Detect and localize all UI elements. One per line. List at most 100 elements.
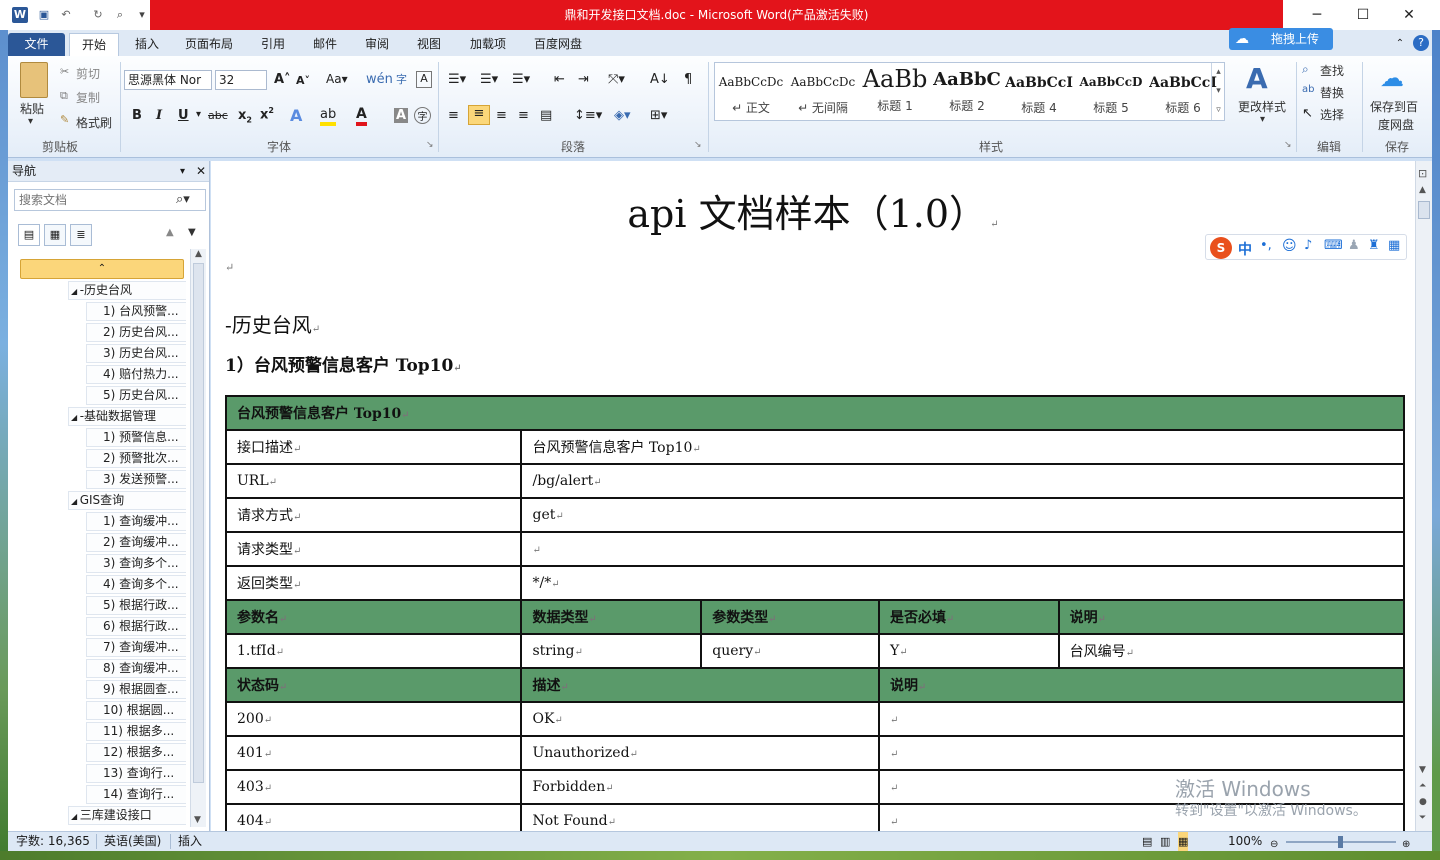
tab-insert[interactable]: 插入 xyxy=(126,33,168,56)
align-right-icon[interactable]: ≡ xyxy=(496,108,507,123)
italic-icon[interactable]: I xyxy=(156,108,162,123)
scroll-down-icon[interactable]: ▼ xyxy=(194,815,201,825)
underline-icon[interactable]: U xyxy=(178,108,189,123)
save-to-netdisk-label-2[interactable]: 度网盘 xyxy=(1378,116,1414,133)
search-icon[interactable]: ⌕▾ xyxy=(176,192,190,207)
browse-results-icon[interactable]: ≣ xyxy=(70,224,92,246)
scroll-up-icon[interactable]: ▲ xyxy=(1419,185,1426,195)
font-color-icon[interactable]: A xyxy=(356,106,367,126)
nav-heading-2[interactable]: 3) 历史台风... xyxy=(86,344,186,363)
enclose-char-icon[interactable]: 字 xyxy=(396,71,407,87)
table-cell[interactable]: /bg/alert↵ xyxy=(520,463,1405,499)
char-shading-icon[interactable]: A xyxy=(394,108,408,123)
collapse-triangle-icon[interactable]: ◢ xyxy=(71,413,80,422)
numbering-icon[interactable]: ☰▾ xyxy=(480,72,498,87)
table-cell[interactable]: 200↵ xyxy=(224,701,523,737)
tab-view[interactable]: 视图 xyxy=(408,33,450,56)
phonetic-guide-icon[interactable]: wén xyxy=(366,72,393,87)
document-scrollbar[interactable]: ⊡ ▲ ▼ ⏶ ● ⏷ xyxy=(1415,161,1432,831)
collapse-ribbon-icon[interactable]: ⌃ xyxy=(1393,33,1407,56)
table-cell[interactable]: ↵ xyxy=(877,769,1406,805)
style-heading-1[interactable]: AaBb 标题 1 xyxy=(859,63,931,120)
tab-home[interactable]: 开始 xyxy=(69,33,119,56)
nav-heading-2[interactable]: 4) 查询多个... xyxy=(86,575,186,594)
tab-references[interactable]: 引用 xyxy=(252,33,294,56)
print-preview-icon[interactable]: ⌕ xyxy=(112,7,128,23)
tab-mailings[interactable]: 邮件 xyxy=(304,33,346,56)
collapse-triangle-icon[interactable]: ◢ xyxy=(71,287,80,296)
nav-scroll-thumb[interactable] xyxy=(193,263,204,783)
highlight-icon[interactable]: ab xyxy=(320,108,337,126)
style-heading-6[interactable]: AaBbCcI 标题 6 xyxy=(1147,63,1219,120)
char-border-icon[interactable]: A xyxy=(416,71,432,88)
change-styles-icon[interactable]: A xyxy=(1246,62,1268,95)
font-name-combo[interactable]: 思源黑体 Nor xyxy=(124,70,212,90)
full-screen-icon[interactable]: ▥ xyxy=(1160,832,1170,851)
table-cell[interactable]: 返回类型↵ xyxy=(224,565,523,601)
nav-heading-2[interactable]: 2) 历史台风... xyxy=(86,323,186,342)
minimize-button[interactable]: ─ xyxy=(1294,0,1340,30)
ime-emoji-icon[interactable]: ☺ xyxy=(1282,238,1297,254)
show-marks-icon[interactable]: ¶ xyxy=(684,72,692,87)
underline-dropdown-icon[interactable]: ▾ xyxy=(196,109,201,120)
browse-pages-icon[interactable]: ▦ xyxy=(44,224,66,246)
table-cell[interactable]: ↵ xyxy=(877,701,1406,737)
table-cell[interactable]: URL↵ xyxy=(224,463,523,499)
bold-icon[interactable]: B xyxy=(132,108,142,123)
document-page[interactable]: api 文档样本（1.0） ↵ S 中 •, ☺ ♪ ⌨ ♟ ♜ ▦ ↵ -历史… xyxy=(211,161,1415,839)
table-header-cell[interactable]: 参数名↵ xyxy=(224,599,523,635)
change-styles-button[interactable]: 更改样式 xyxy=(1238,98,1286,115)
tab-file[interactable]: 文件 xyxy=(8,33,65,56)
web-layout-icon[interactable]: ▦ xyxy=(1178,832,1189,851)
collapse-triangle-icon[interactable]: ◢ xyxy=(71,497,80,506)
table-cell[interactable]: 401↵ xyxy=(224,735,523,771)
styles-scroll-icon[interactable]: ▴ ▾ ▿ xyxy=(1211,63,1225,120)
paste-icon[interactable] xyxy=(20,62,48,98)
style-normal[interactable]: AaBbCcDc ↵ 正文 xyxy=(715,63,787,120)
nav-heading-1[interactable]: ◢ 三库建设接口 xyxy=(68,806,186,825)
shrink-font-icon[interactable]: A˅ xyxy=(296,74,310,87)
language-status[interactable]: 英语(美国) xyxy=(104,832,161,851)
table-header-cell[interactable]: 参数类型↵ xyxy=(700,599,880,635)
table-cell[interactable]: string↵ xyxy=(520,633,703,669)
ime-keyboard-icon[interactable]: ⌨ xyxy=(1324,238,1343,253)
nav-heading-2[interactable]: 13) 查询行... xyxy=(86,764,186,783)
save-to-netdisk-label[interactable]: 保存到百 xyxy=(1370,98,1418,115)
nav-heading-2[interactable]: 2) 查询缓冲... xyxy=(86,533,186,552)
multilevel-list-icon[interactable]: ☰▾ xyxy=(512,72,530,87)
table-cell[interactable]: 台风预警信息客户 Top10↵ xyxy=(520,429,1405,465)
ime-punct-icon[interactable]: •, xyxy=(1260,238,1272,253)
prev-page-icon[interactable]: ⏶ xyxy=(1419,781,1426,791)
superscript-icon[interactable]: x2 xyxy=(260,106,274,122)
nav-prev-icon[interactable]: ▲ xyxy=(166,227,174,238)
distributed-icon[interactable]: ▤ xyxy=(540,108,552,123)
cut-button[interactable]: 剪切 xyxy=(76,65,100,82)
nav-heading-2[interactable]: 3) 查询多个... xyxy=(86,554,186,573)
table-cell[interactable]: 接口描述↵ xyxy=(224,429,523,465)
customize-qat-icon[interactable]: ▾ xyxy=(134,7,150,23)
nav-next-icon[interactable]: ▼ xyxy=(188,227,196,238)
nav-heading-2[interactable]: 8) 查询缓冲... xyxy=(86,659,186,678)
nav-heading-2[interactable]: 5) 历史台风... xyxy=(86,386,186,405)
borders-icon[interactable]: ⊞▾ xyxy=(650,108,667,123)
paste-dropdown-icon[interactable]: ▾ xyxy=(28,116,33,127)
table-cell[interactable]: 请求方式↵ xyxy=(224,497,523,533)
heading-1[interactable]: -历史台风↵ xyxy=(225,309,320,338)
decrease-indent-icon[interactable]: ⇤ xyxy=(554,72,565,87)
browse-headings-icon[interactable]: ▤ xyxy=(18,224,40,246)
ime-toolbox-icon[interactable]: ▦ xyxy=(1388,238,1400,253)
maximize-button[interactable]: ☐ xyxy=(1340,0,1386,30)
nav-heading-1[interactable]: ◢ -基础数据管理 xyxy=(68,407,186,426)
nav-heading-2[interactable]: 1) 预警信息... xyxy=(86,428,186,447)
table-cell[interactable]: get↵ xyxy=(520,497,1405,533)
help-icon[interactable]: ? xyxy=(1413,35,1429,51)
table-cell[interactable]: 1.tfId↵ xyxy=(224,633,523,669)
increase-indent-icon[interactable]: ⇥ xyxy=(578,72,589,87)
insert-mode-status[interactable]: 插入 xyxy=(178,832,202,851)
ime-skin-icon[interactable]: ♜ xyxy=(1368,238,1380,253)
chinese-layout-icon[interactable]: ⤧▾ xyxy=(608,72,625,87)
style-heading-5[interactable]: AaBbCcD 标题 5 xyxy=(1075,63,1147,120)
table-title-cell[interactable]: 台风预警信息客户 Top10↵ xyxy=(225,395,1405,431)
replace-button[interactable]: 替换 xyxy=(1320,84,1344,101)
font-dialog-launcher-icon[interactable]: ↘ xyxy=(426,140,434,150)
